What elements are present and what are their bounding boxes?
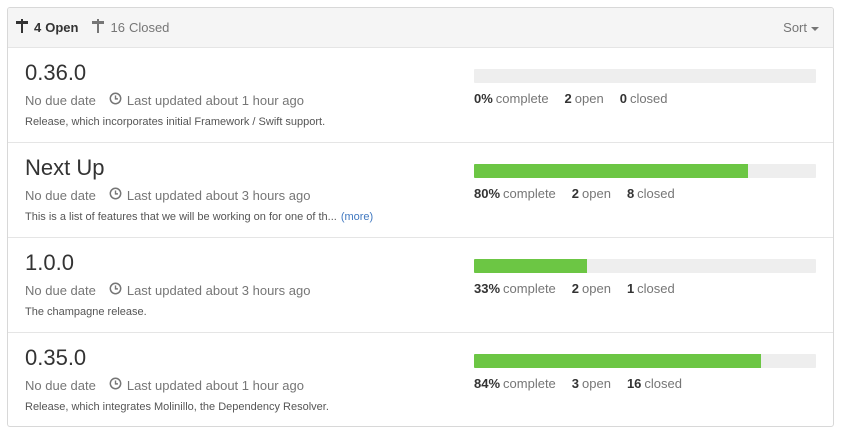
closed-issues-count: 16 (626, 376, 642, 391)
percent-value: 84% (474, 376, 501, 391)
sort-label: Sort (783, 20, 807, 35)
closed-issues-label: closed (644, 376, 682, 391)
milestones-panel: 4 Open 16 Closed Sort 0.36.0 No due date L… (7, 7, 834, 427)
percent-complete: 80% complete (474, 186, 556, 201)
progress-bar (474, 69, 816, 83)
milestone-item: Next Up No due date Last updated about 3 h… (8, 143, 833, 238)
percent-value: 80% (474, 186, 501, 201)
percent-complete: 0% complete (474, 91, 549, 106)
progress-fill (474, 259, 587, 273)
description-text: Release, which incorporates initial Fram… (25, 116, 326, 128)
open-count: 4 (34, 20, 42, 35)
milestone-meta: No due date Last updated about 3 hours ag… (25, 282, 310, 298)
percent-value: 33% (474, 281, 501, 296)
closed-issues-link[interactable]: 0 closed (620, 91, 668, 106)
milestone-list: 0.36.0 No due date Last updated about 1 ho… (8, 48, 833, 426)
complete-label: complete (503, 376, 556, 391)
due-date: No due date (25, 282, 96, 298)
milestones-header: 4 Open 16 Closed Sort (8, 8, 833, 48)
closed-issues-label: closed (637, 281, 675, 296)
open-issues-link[interactable]: 2 open (572, 186, 611, 201)
milestone-title[interactable]: Next Up (25, 155, 104, 181)
open-label: Open (45, 20, 79, 35)
last-updated: Last updated about 1 hour ago (126, 92, 304, 108)
closed-issues-link[interactable]: 16 closed (627, 376, 682, 391)
progress-fill (474, 164, 748, 178)
progress-fill (474, 354, 762, 368)
closed-issues-link[interactable]: 1 closed (627, 281, 675, 296)
clock-icon (109, 282, 122, 298)
milestone-description: This is a list of features that we will … (25, 211, 373, 223)
percent-value: 0% (474, 91, 493, 106)
clock-icon (109, 92, 122, 108)
open-issues-label: open (582, 376, 611, 391)
complete-label: complete (503, 186, 556, 201)
description-text: The champagne release. (25, 306, 147, 318)
due-date: No due date (25, 187, 96, 203)
closed-issues-label: closed (629, 91, 668, 106)
milestone-description: Release, which integrates Molinillo, the… (25, 401, 329, 413)
milestone-title[interactable]: 0.36.0 (25, 60, 86, 86)
closed-milestones-link[interactable]: 16 Closed (92, 19, 169, 36)
closed-issues-count: 0 (619, 91, 627, 106)
sort-dropdown[interactable]: Sort (783, 20, 819, 35)
milestone-stats: 0% complete 2 open 0 closed (474, 91, 684, 106)
milestone-description: Release, which incorporates initial Fram… (25, 116, 325, 128)
closed-count: 16 (110, 20, 125, 35)
milestone-meta: No due date Last updated about 3 hours ag… (25, 187, 310, 203)
open-issues-count: 3 (571, 376, 580, 391)
open-issues-label: open (582, 281, 611, 296)
milestone-stats: 80% complete 2 open 8 closed (474, 186, 691, 201)
last-updated: Last updated about 3 hours ago (126, 282, 311, 298)
open-issues-link[interactable]: 2 open (572, 281, 611, 296)
milestone-stats: 33% complete 2 open 1 closed (474, 281, 691, 296)
due-date: No due date (25, 377, 96, 393)
chevron-down-icon (811, 26, 819, 31)
percent-complete: 84% complete (474, 376, 556, 391)
clock-icon (109, 377, 122, 393)
milestone-stats: 84% complete 3 open 16 closed (474, 376, 698, 391)
milestone-meta: No due date Last updated about 1 hour ago (25, 92, 304, 108)
last-updated: Last updated about 1 hour ago (126, 377, 304, 393)
open-issues-link[interactable]: 3 open (572, 376, 611, 391)
milestone-item: 0.35.0 No due date Last updated about 1 ho… (8, 333, 833, 426)
progress-bar (474, 164, 816, 178)
closed-issues-count: 8 (626, 186, 635, 201)
description-text: This is a list of features that we will … (25, 211, 337, 223)
milestone-title[interactable]: 1.0.0 (25, 250, 74, 276)
closed-issues-label: closed (637, 186, 675, 201)
complete-label: complete (495, 91, 549, 106)
milestone-title[interactable]: 0.35.0 (25, 345, 86, 371)
closed-issues-count: 1 (626, 281, 635, 296)
milestone-item: 1.0.0 No due date Last updated about 3 hou… (8, 238, 833, 333)
milestone-meta: No due date Last updated about 1 hour ago (25, 377, 304, 393)
milestone-icon (92, 19, 105, 36)
open-issues-count: 2 (571, 186, 580, 201)
closed-label: Closed (128, 20, 170, 35)
milestone-icon (16, 19, 28, 36)
open-issues-count: 2 (571, 281, 580, 296)
open-issues-label: open (582, 186, 611, 201)
percent-complete: 33% complete (474, 281, 556, 296)
open-issues-count: 2 (564, 91, 572, 106)
progress-bar (474, 354, 816, 368)
clock-icon (109, 187, 122, 203)
milestone-description: The champagne release. (25, 306, 147, 318)
description-text: Release, which integrates Molinillo, the… (25, 401, 329, 413)
progress-bar (474, 259, 816, 273)
complete-label: complete (503, 281, 556, 296)
open-milestones-link[interactable]: 4 Open (16, 19, 78, 36)
open-issues-link[interactable]: 2 open (565, 91, 604, 106)
last-updated: Last updated about 3 hours ago (126, 187, 311, 203)
more-link[interactable]: (more) (341, 211, 373, 223)
closed-issues-link[interactable]: 8 closed (627, 186, 675, 201)
due-date: No due date (25, 92, 96, 108)
open-issues-label: open (574, 91, 604, 106)
milestone-item: 0.36.0 No due date Last updated about 1 ho… (8, 48, 833, 143)
